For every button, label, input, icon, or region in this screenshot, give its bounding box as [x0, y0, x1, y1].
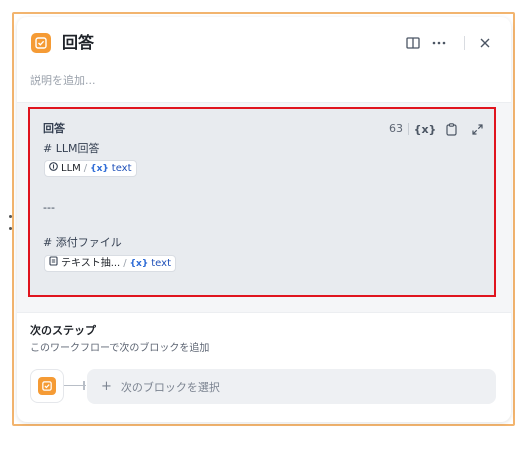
editor-label: 回答 [43, 122, 65, 135]
header-divider [464, 36, 465, 50]
variable-tag-text-extractor-text[interactable]: テキスト抽... / {x} text [44, 255, 176, 272]
answer-node-icon [31, 33, 51, 53]
variable-icon[interactable]: {x} [414, 119, 437, 139]
llm-node-icon [49, 161, 58, 176]
document-extractor-icon [49, 256, 58, 271]
editor-toolbar-divider [408, 123, 409, 135]
node-connector-end [83, 381, 85, 390]
close-icon[interactable] [474, 32, 496, 54]
next-step-title: 次のステップ [30, 324, 96, 337]
edge-handle-dot [9, 227, 12, 230]
clipboard-icon[interactable] [441, 119, 461, 139]
variable-icon: {x} [90, 163, 109, 174]
answer-editor[interactable]: 回答 63 {x} # LLM回答 LLM / {x} text --- # 添… [28, 107, 496, 297]
character-count: 63 [389, 122, 403, 135]
variable-source-node: テキスト抽... [61, 257, 121, 269]
variable-source-node: LLM [61, 162, 81, 174]
variable-name: text [151, 257, 171, 269]
select-next-block-label: 次のブロックを選択 [120, 380, 220, 394]
expand-icon[interactable] [467, 119, 487, 139]
more-icon[interactable] [428, 32, 450, 54]
plus-icon: + [101, 379, 112, 394]
workflow-canvas: 回答 説明を追加... 回答 63 {x} # LLM回答 LLM / {x} … [0, 0, 525, 449]
select-next-block-button[interactable]: + 次のブロックを選択 [87, 369, 496, 404]
variable-icon: {x} [129, 258, 149, 269]
variable-name: text [111, 162, 132, 174]
editor-line-separator: --- [43, 201, 55, 214]
description-input[interactable]: 説明を追加... [30, 73, 96, 89]
next-step-subtitle: このワークフローで次のブロックを追加 [30, 343, 210, 354]
answer-node-panel: 回答 説明を追加... 回答 63 {x} # LLM回答 LLM / {x} … [17, 17, 511, 422]
edge-handle-dot [9, 215, 12, 218]
variable-tag-llm-text[interactable]: LLM / {x} text [44, 160, 137, 177]
book-icon[interactable] [402, 32, 424, 54]
section-divider [17, 312, 511, 313]
editor-line-heading: # 添付ファイル [43, 236, 122, 249]
answer-node-icon [38, 377, 56, 395]
current-node-card [30, 369, 64, 403]
editor-line-heading: # LLM回答 [43, 142, 100, 155]
panel-title: 回答 [62, 33, 95, 52]
